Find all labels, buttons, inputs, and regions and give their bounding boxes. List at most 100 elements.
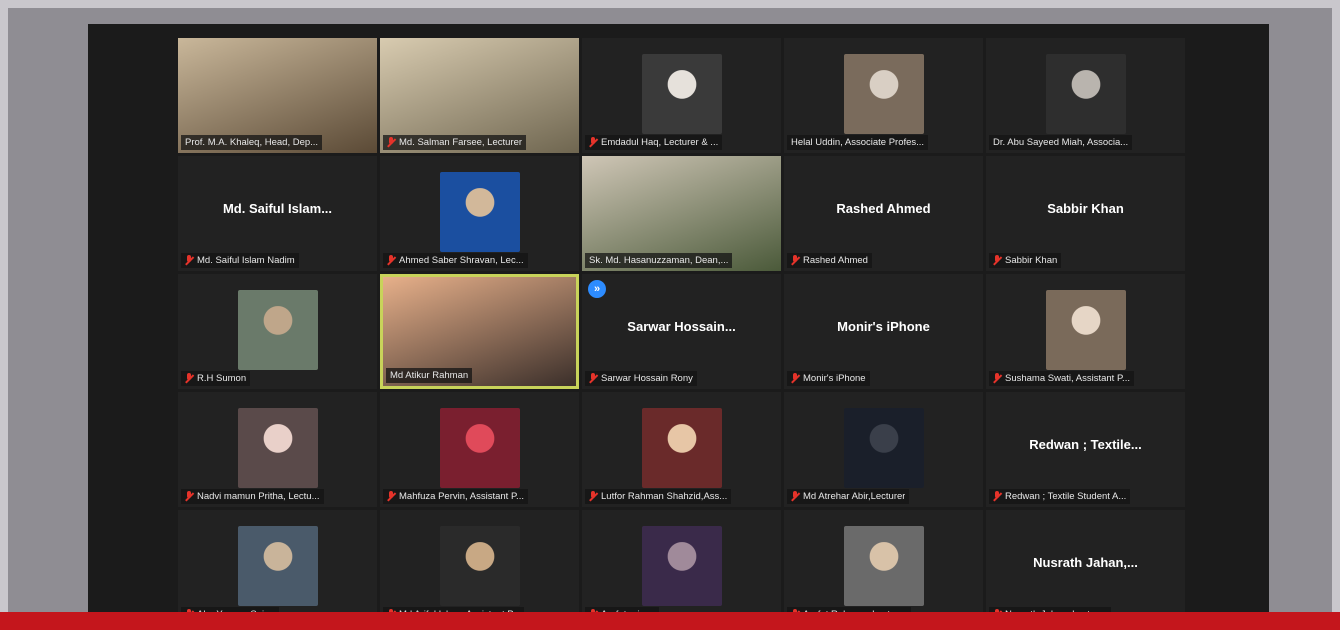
participant-name: Md. Saiful Islam Nadim bbox=[197, 255, 295, 266]
participant-tile[interactable]: Nadvi mamun Pritha, Lectu... bbox=[178, 392, 377, 507]
participant-tile[interactable]: Arafat Rahman, Lecturer bbox=[784, 510, 983, 625]
participant-name: Md Atrehar Abir,Lecturer bbox=[803, 491, 906, 502]
participant-display-name: Monir's iPhone bbox=[837, 319, 930, 334]
mic-muted-icon bbox=[791, 373, 799, 384]
participant-name-label: Redwan ; Textile Student A... bbox=[989, 489, 1131, 504]
participant-tile[interactable]: Ahmed Saber Shravan, Lec... bbox=[380, 156, 579, 271]
participant-tile[interactable]: Monir's iPhone Monir's iPhone bbox=[784, 274, 983, 389]
participant-name-label: Monir's iPhone bbox=[787, 371, 870, 386]
participant-name-label: Md Atikur Rahman bbox=[386, 368, 473, 383]
profile-photo bbox=[843, 526, 924, 606]
participant-name-label: Sushama Swati, Assistant P... bbox=[989, 371, 1134, 386]
participant-tile[interactable]: Sarwar Hossain... » Sarwar Hossain Rony bbox=[582, 274, 781, 389]
participant-tile[interactable]: Rashed Ahmed Rashed Ahmed bbox=[784, 156, 983, 271]
participant-tile[interactable]: R.H Sumon bbox=[178, 274, 377, 389]
participant-display-name: Rashed Ahmed bbox=[836, 201, 931, 216]
participant-name: Nadvi mamun Pritha, Lectu... bbox=[197, 491, 320, 502]
participant-name-label: Helal Uddin, Associate Profes... bbox=[787, 135, 929, 150]
participant-name: Ahmed Saber Shravan, Lec... bbox=[399, 255, 524, 266]
participant-name-label: R.H Sumon bbox=[181, 371, 251, 386]
participant-name-label: Dr. Abu Sayeed Miah, Associa... bbox=[989, 135, 1133, 150]
mic-muted-icon bbox=[387, 491, 395, 502]
participant-display-name: Redwan ; Textile... bbox=[1029, 437, 1142, 452]
participant-name-label: Prof. M.A. Khaleq, Head, Dep... bbox=[181, 135, 323, 150]
mic-muted-icon bbox=[993, 255, 1001, 266]
participant-name: Sabbir Khan bbox=[1005, 255, 1058, 266]
participant-name: Dr. Abu Sayeed Miah, Associa... bbox=[993, 137, 1129, 148]
profile-photo bbox=[641, 408, 722, 488]
participant-name: Emdadul Haq, Lecturer & ... bbox=[601, 137, 719, 148]
brand-bar bbox=[0, 612, 1340, 630]
participant-tile[interactable]: Prof. M.A. Khaleq, Head, Dep... bbox=[178, 38, 377, 153]
participant-tile[interactable]: Md Atikur Rahman bbox=[380, 274, 579, 389]
profile-photo bbox=[439, 408, 520, 488]
participant-name-label: Rashed Ahmed bbox=[787, 253, 872, 268]
participant-name: Md Atikur Rahman bbox=[390, 370, 469, 381]
profile-photo bbox=[843, 54, 924, 134]
participant-name: Md. Salman Farsee, Lecturer bbox=[399, 137, 523, 148]
mic-muted-icon bbox=[993, 373, 1001, 384]
mic-muted-icon bbox=[589, 373, 597, 384]
participant-tile[interactable]: Abu Younus Sujon bbox=[178, 510, 377, 625]
participant-display-name: Nusrath Jahan,... bbox=[1033, 555, 1138, 570]
participant-name-label: Sarwar Hossain Rony bbox=[585, 371, 697, 386]
mic-muted-icon bbox=[791, 491, 799, 502]
participant-name: Monir's iPhone bbox=[803, 373, 866, 384]
profile-photo bbox=[439, 172, 520, 252]
participant-name: Sarwar Hossain Rony bbox=[601, 373, 693, 384]
participant-tile[interactable]: Md Atrehar Abir,Lecturer bbox=[784, 392, 983, 507]
participant-name-label: Emdadul Haq, Lecturer & ... bbox=[585, 135, 723, 150]
participant-name: Sk. Md. Hasanuzzaman, Dean,... bbox=[589, 255, 729, 266]
participant-tile[interactable]: Mahfuza Pervin, Assistant P... bbox=[380, 392, 579, 507]
participant-name-label: Sabbir Khan bbox=[989, 253, 1062, 268]
participant-name: R.H Sumon bbox=[197, 373, 247, 384]
profile-photo bbox=[1045, 290, 1126, 370]
mic-muted-icon bbox=[589, 491, 597, 502]
participant-name: Lutfor Rahman Shahzid,Ass... bbox=[601, 491, 728, 502]
participant-tile[interactable]: Dr. Abu Sayeed Miah, Associa... bbox=[986, 38, 1185, 153]
participant-name-label: Sk. Md. Hasanuzzaman, Dean,... bbox=[585, 253, 733, 268]
participant-tile[interactable]: Redwan ; Textile... Redwan ; Textile Stud… bbox=[986, 392, 1185, 507]
participant-tile[interactable]: Sabbir Khan Sabbir Khan bbox=[986, 156, 1185, 271]
participant-tile[interactable]: Sushama Swati, Assistant P... bbox=[986, 274, 1185, 389]
participant-name-label: Nadvi mamun Pritha, Lectu... bbox=[181, 489, 324, 504]
participant-tile[interactable]: Arafat prince bbox=[582, 510, 781, 625]
profile-photo bbox=[439, 526, 520, 606]
participant-tile[interactable]: Nusrath Jahan,...Nusrath Jahan, Lecturer bbox=[986, 510, 1185, 625]
participant-name-label: Ahmed Saber Shravan, Lec... bbox=[383, 253, 528, 268]
mic-muted-icon bbox=[185, 373, 193, 384]
mic-muted-icon bbox=[993, 491, 1001, 502]
participant-name-label: Md Atrehar Abir,Lecturer bbox=[787, 489, 910, 504]
participant-display-name: Sarwar Hossain... bbox=[627, 319, 736, 334]
mic-muted-icon bbox=[387, 137, 395, 148]
participant-display-name: Sabbir Khan bbox=[1047, 201, 1124, 216]
mic-muted-icon bbox=[185, 255, 193, 266]
participant-tile[interactable]: Md. Salman Farsee, Lecturer bbox=[380, 38, 579, 153]
participant-name-label: Md. Saiful Islam Nadim bbox=[181, 253, 299, 268]
fast-forward-icon[interactable]: » bbox=[588, 280, 606, 298]
participant-tile[interactable]: Emdadul Haq, Lecturer & ... bbox=[582, 38, 781, 153]
participant-name-label: Md. Salman Farsee, Lecturer bbox=[383, 135, 527, 150]
participant-tile[interactable]: Sk. Md. Hasanuzzaman, Dean,... bbox=[582, 156, 781, 271]
mic-muted-icon bbox=[589, 137, 597, 148]
participant-name-label: Lutfor Rahman Shahzid,Ass... bbox=[585, 489, 732, 504]
participant-tile[interactable]: Md. Saiful Islam... Md. Saiful Islam Nadi… bbox=[178, 156, 377, 271]
participant-name: Sushama Swati, Assistant P... bbox=[1005, 373, 1130, 384]
participant-name: Mahfuza Pervin, Assistant P... bbox=[399, 491, 524, 502]
profile-photo bbox=[237, 526, 318, 606]
profile-photo bbox=[1045, 54, 1126, 134]
profile-photo bbox=[237, 408, 318, 488]
participant-display-name: Md. Saiful Islam... bbox=[222, 201, 333, 216]
mic-muted-icon bbox=[185, 491, 193, 502]
mic-muted-icon bbox=[387, 255, 395, 266]
participant-tile[interactable]: Helal Uddin, Associate Profes... bbox=[784, 38, 983, 153]
participant-tile[interactable]: Md Ariful Islam, Assistant P... bbox=[380, 510, 579, 625]
participant-name: Prof. M.A. Khaleq, Head, Dep... bbox=[185, 137, 319, 148]
participant-gallery: Prof. M.A. Khaleq, Head, Dep... Md. Salma… bbox=[178, 38, 1185, 625]
participant-name-label: Mahfuza Pervin, Assistant P... bbox=[383, 489, 528, 504]
participant-name: Rashed Ahmed bbox=[803, 255, 868, 266]
participant-name: Helal Uddin, Associate Profes... bbox=[791, 137, 925, 148]
participant-name: Redwan ; Textile Student A... bbox=[1005, 491, 1127, 502]
participant-tile[interactable]: Lutfor Rahman Shahzid,Ass... bbox=[582, 392, 781, 507]
profile-photo bbox=[641, 54, 722, 134]
